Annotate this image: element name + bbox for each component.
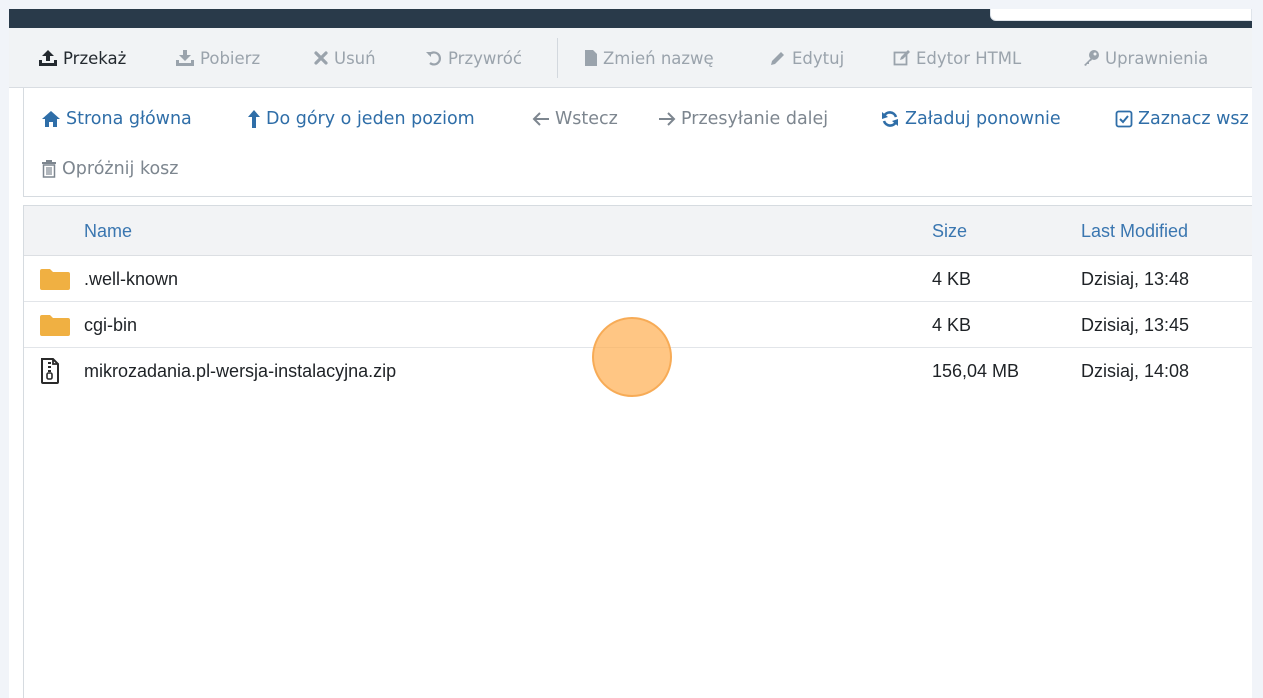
edit-box-icon [893,49,911,67]
forward-link[interactable]: Przesyłanie dalej [658,107,828,131]
up-one-level-label: Do góry o jeden poziom [266,109,475,129]
file-name: mikrozadania.pl-wersja-instalacyjna.zip [84,360,397,381]
file-size: 4 KB [932,268,972,289]
top-bar [9,9,1252,28]
file-name: cgi-bin [84,314,138,335]
key-icon [1082,49,1100,67]
upload-icon [38,49,58,67]
folder-icon [40,256,70,302]
back-link[interactable]: Wstecz [532,107,618,131]
forward-label: Przesyłanie dalej [681,109,829,129]
zip-file-icon [40,348,60,394]
toolbar: Przekaż Pobierz Usuń Przywróć Zmień nazw… [9,28,1252,88]
empty-trash-link[interactable]: Opróżnij kosz [41,157,178,181]
file-size: 156,04 MB [932,360,1020,381]
delete-label: Usuń [334,48,376,68]
file-icon [584,49,598,67]
file-name: .well-known [84,268,179,289]
upload-button[interactable]: Przekaż [38,28,126,88]
checkbox-icon [1115,110,1133,128]
edit-button[interactable]: Edytuj [769,28,844,88]
delete-x-icon [313,50,329,66]
edit-label: Edytuj [792,48,845,68]
file-modified: Dzisiaj, 13:48 [1081,268,1190,289]
arrow-left-icon [532,111,550,127]
search-field[interactable] [990,9,1252,21]
table-header: Name Size Last Modified [24,206,1252,256]
reload-label: Załaduj ponownie [905,109,1061,129]
html-editor-label: Edytor HTML [916,48,1022,68]
download-icon [175,49,195,67]
home-label: Strona główna [66,109,192,129]
reload-link[interactable]: Załaduj ponownie [880,107,1061,131]
delete-button[interactable]: Usuń [313,28,376,88]
empty-trash-label: Opróżnij kosz [62,159,179,179]
permissions-button[interactable]: Uprawnienia [1082,28,1208,88]
home-link[interactable]: Strona główna [41,107,192,131]
rename-button[interactable]: Zmień nazwę [584,28,714,88]
restore-label: Przywróć [448,48,522,68]
restore-icon [425,49,443,67]
navigation-bar: Strona główna Do góry o jeden poziom Wst… [23,88,1252,197]
download-label: Pobierz [200,48,261,68]
arrow-right-icon [658,111,676,127]
upload-label: Przekaż [63,48,127,68]
column-header-last-modified[interactable]: Last Modified [1081,206,1188,256]
folder-icon [40,302,70,348]
file-table: Name Size Last Modified .well-known 4 KB… [23,205,1252,698]
file-modified: Dzisiaj, 14:08 [1081,360,1190,381]
table-row[interactable]: .well-known 4 KB Dzisiaj, 13:48 [24,256,1252,302]
select-all-link[interactable]: Zaznacz wsz [1115,107,1249,131]
back-label: Wstecz [555,109,618,129]
column-header-size[interactable]: Size [932,206,967,256]
trash-icon [41,160,57,178]
arrow-up-icon [247,109,261,129]
restore-button[interactable]: Przywróć [425,28,522,88]
html-editor-button[interactable]: Edytor HTML [893,28,1021,88]
up-one-level-link[interactable]: Do góry o jeden poziom [247,107,475,131]
toolbar-divider [557,38,558,78]
rename-label: Zmień nazwę [603,48,714,68]
select-all-label: Zaznacz wsz [1138,109,1249,129]
refresh-icon [880,110,900,128]
file-size: 4 KB [932,314,972,335]
download-button[interactable]: Pobierz [175,28,260,88]
column-header-name[interactable]: Name [84,206,132,256]
home-icon [41,110,61,128]
file-modified: Dzisiaj, 13:45 [1081,314,1190,335]
click-highlight [592,317,672,397]
pencil-icon [769,49,787,67]
permissions-label: Uprawnienia [1105,48,1209,68]
